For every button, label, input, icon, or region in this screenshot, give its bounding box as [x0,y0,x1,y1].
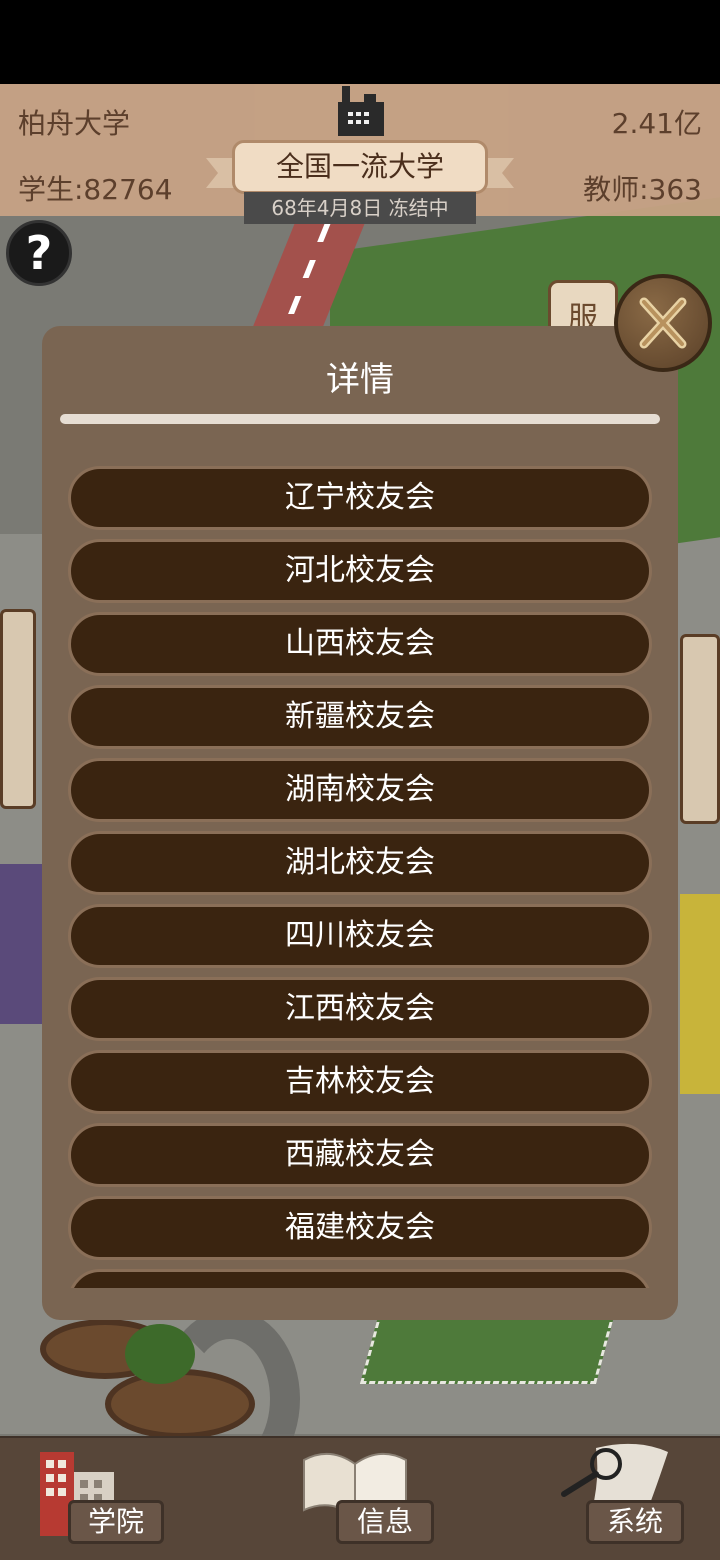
list-item[interactable]: 山西校友会 [68,612,652,676]
university-name: 柏舟大学 [18,107,131,140]
dialog-divider [60,414,660,424]
teacher-count: 教师:363 [583,173,702,206]
money-value: 2.41亿 [611,107,702,140]
list-item[interactable]: 吉林校友会 [68,1050,652,1114]
date-status: 68年4月8日 冻结中 [244,192,476,224]
nav-info-button[interactable]: 信息 [336,1500,434,1544]
details-dialog: 详情 辽宁校友会 河北校友会 山西校友会 新疆校友会 湖南校友会 湖北校友会 四… [42,326,678,1320]
list-item[interactable]: 江西校友会 [68,977,652,1041]
close-icon [639,297,687,349]
list-item[interactable]: 辽宁校友会 [68,466,652,530]
list-item[interactable]: 湖北校友会 [68,831,652,895]
list-item[interactable]: 河北校友会 [68,539,652,603]
list-item[interactable]: 湖南校友会 [68,758,652,822]
map-tree [125,1324,195,1384]
student-count: 学生:82764 [18,173,173,206]
help-icon[interactable]: ? [6,220,72,286]
map-tree-bed [105,1369,255,1436]
nav-college-button[interactable]: 学院 [68,1500,164,1544]
map-building-right[interactable] [680,634,720,824]
factory-icon [338,86,384,136]
map-field [680,894,720,1094]
rank-ribbon: 全国一流大学 [232,140,488,194]
map-building-left[interactable] [0,609,36,809]
list-item[interactable]: 西藏校友会 [68,1123,652,1187]
alumni-list[interactable]: 辽宁校友会 河北校友会 山西校友会 新疆校友会 湖南校友会 湖北校友会 四川校友… [68,466,652,1288]
list-item[interactable] [68,1269,652,1288]
nav-system-button[interactable]: 系统 [586,1500,684,1544]
status-bar [0,0,720,84]
list-item[interactable]: 福建校友会 [68,1196,652,1260]
close-button[interactable] [614,274,712,372]
list-item[interactable]: 四川校友会 [68,904,652,968]
list-item[interactable]: 新疆校友会 [68,685,652,749]
dialog-title: 详情 [326,360,394,400]
